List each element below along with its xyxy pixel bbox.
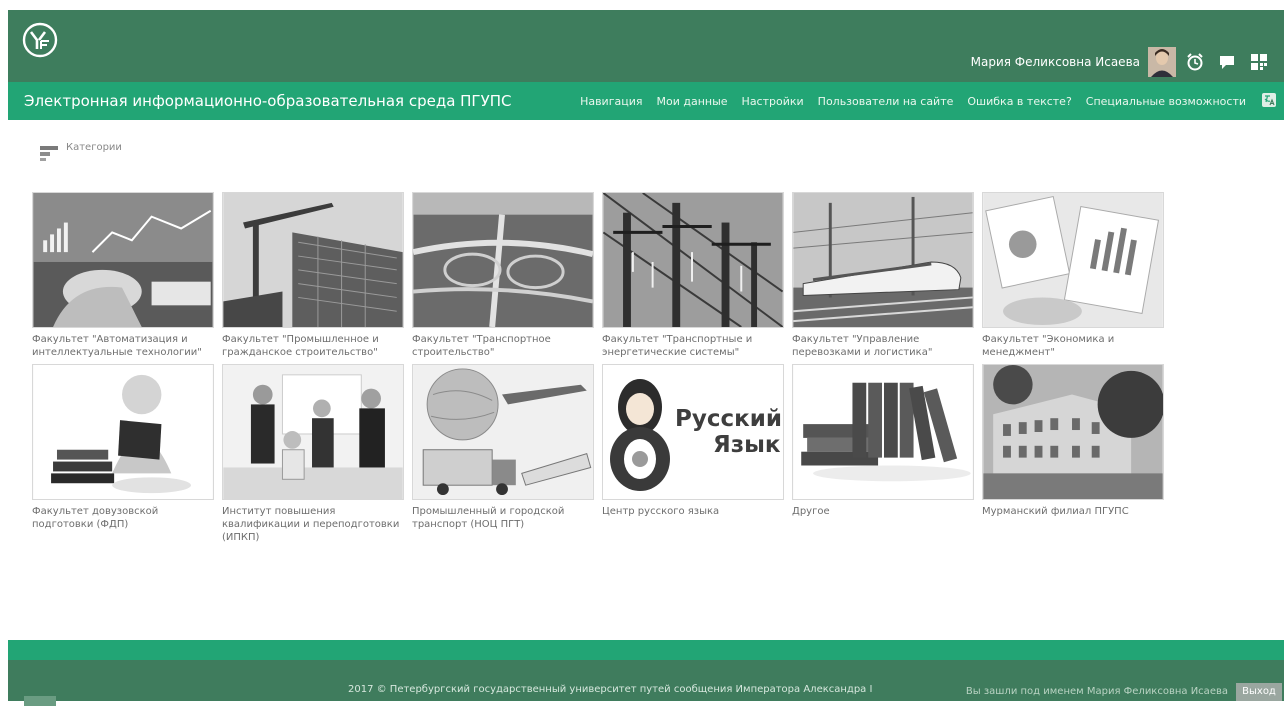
category-label[interactable]: Факультет "Промышленное и гражданское ст… — [222, 333, 404, 359]
construction-thumbnail[interactable] — [222, 192, 404, 328]
nav-item-settings[interactable]: Настройки — [742, 95, 804, 108]
footer-band — [8, 640, 1284, 660]
category-label[interactable]: Факультет "Управление перевозками и логи… — [792, 333, 974, 359]
train-thumbnail[interactable] — [792, 192, 974, 328]
category-label[interactable]: Центр русского языка — [602, 505, 784, 518]
site-header: Мария Феликсовна Исаева — [8, 10, 1284, 82]
category-label[interactable]: Мурманский филиал ПГУПС — [982, 505, 1164, 518]
nav-item-report-error[interactable]: Ошибка в тексте? — [967, 95, 1071, 108]
nav-item-my-data[interactable]: Мои данные — [656, 95, 727, 108]
category-label[interactable]: Факультет довузовской подготовки (ФДП) — [32, 505, 214, 531]
category-tile[interactable]: Факультет "Автоматизация и интеллектуаль… — [32, 192, 214, 359]
footer-copyright: 2017 © Петербургский государственный уни… — [348, 684, 873, 695]
category-tile[interactable]: Факультет "Транспортное строительство" — [412, 192, 594, 359]
user-name[interactable]: Мария Феликсовна Исаева — [971, 55, 1140, 69]
logout-button[interactable]: Выход — [1236, 683, 1282, 701]
category-tile[interactable]: Факультет "Транспортные и энергетические… — [602, 192, 784, 359]
alarm-clock-icon[interactable] — [1182, 47, 1208, 77]
category-tile[interactable]: Факультет "Промышленное и гражданское ст… — [222, 192, 404, 359]
category-label[interactable]: Промышленный и городской транспорт (НОЦ … — [412, 505, 594, 531]
breadcrumb-categories[interactable]: Категории — [66, 142, 122, 154]
reading-figure-thumbnail[interactable] — [32, 364, 214, 500]
category-label[interactable]: Факультет "Транспортные и энергетические… — [602, 333, 784, 359]
logged-in-info[interactable]: Вы зашли под именем Мария Феликсовна Иса… — [966, 686, 1228, 697]
site-footer: 2017 © Петербургский государственный уни… — [8, 660, 1284, 706]
power-lines-thumbnail[interactable] — [602, 192, 784, 328]
category-label[interactable]: Другое — [792, 505, 974, 518]
category-tile[interactable]: Факультет "Экономика и менеджмент" — [982, 192, 1164, 359]
apps-grid-icon[interactable] — [1246, 47, 1272, 77]
nav-item-users-online[interactable]: Пользователи на сайте — [818, 95, 954, 108]
highway-interchange-thumbnail[interactable] — [412, 192, 594, 328]
branch-building-thumbnail[interactable] — [982, 364, 1164, 500]
main-navbar: Электронная информационно-образовательна… — [8, 82, 1284, 120]
categories-icon — [40, 146, 58, 161]
category-tile[interactable]: Промышленный и городской транспорт (НОЦ … — [412, 364, 594, 531]
category-tile[interactable]: Мурманский филиал ПГУПС — [982, 364, 1164, 518]
economics-charts-thumbnail[interactable] — [982, 192, 1164, 328]
category-tile[interactable]: Русский Язык Центр русского языка — [602, 364, 784, 518]
transport-collage-thumbnail[interactable] — [412, 364, 594, 500]
category-label[interactable]: Институт повышения квалификации и перепо… — [222, 505, 404, 544]
category-tile[interactable]: Факультет "Управление перевозками и логи… — [792, 192, 974, 359]
category-tile[interactable]: Другое — [792, 364, 974, 518]
category-label[interactable]: Факультет "Транспортное строительство" — [412, 333, 594, 359]
chat-icon[interactable] — [1214, 47, 1240, 77]
russian-language-thumbnail[interactable]: Русский Язык — [602, 364, 784, 500]
category-tile[interactable]: Факультет довузовской подготовки (ФДП) — [32, 364, 214, 531]
translate-icon[interactable] — [1262, 93, 1276, 107]
category-tile[interactable]: Институт повышения квалификации и перепо… — [222, 364, 404, 544]
site-title[interactable]: Электронная информационно-образовательна… — [24, 82, 511, 120]
nav-menu: Навигация Мои данные Настройки Пользоват… — [580, 82, 1246, 120]
matryoshka-doll-icon — [610, 379, 670, 491]
image-text-russian: Русский — [675, 406, 782, 432]
footer-widget[interactable] — [24, 696, 56, 706]
automation-thumbnail[interactable] — [32, 192, 214, 328]
category-label[interactable]: Факультет "Экономика и менеджмент" — [982, 333, 1164, 359]
category-label[interactable]: Факультет "Автоматизация и интеллектуаль… — [32, 333, 214, 359]
nav-item-navigation[interactable]: Навигация — [580, 95, 642, 108]
user-menu: Мария Феликсовна Исаева — [971, 44, 1272, 80]
nav-item-accessibility[interactable]: Специальные возможности — [1086, 95, 1246, 108]
avatar[interactable] — [1148, 47, 1176, 77]
business-meeting-thumbnail[interactable] — [222, 364, 404, 500]
image-text-language: Язык — [713, 432, 781, 458]
breadcrumb: Категории — [40, 142, 122, 162]
binders-thumbnail[interactable] — [792, 364, 974, 500]
university-logo[interactable] — [22, 22, 58, 58]
